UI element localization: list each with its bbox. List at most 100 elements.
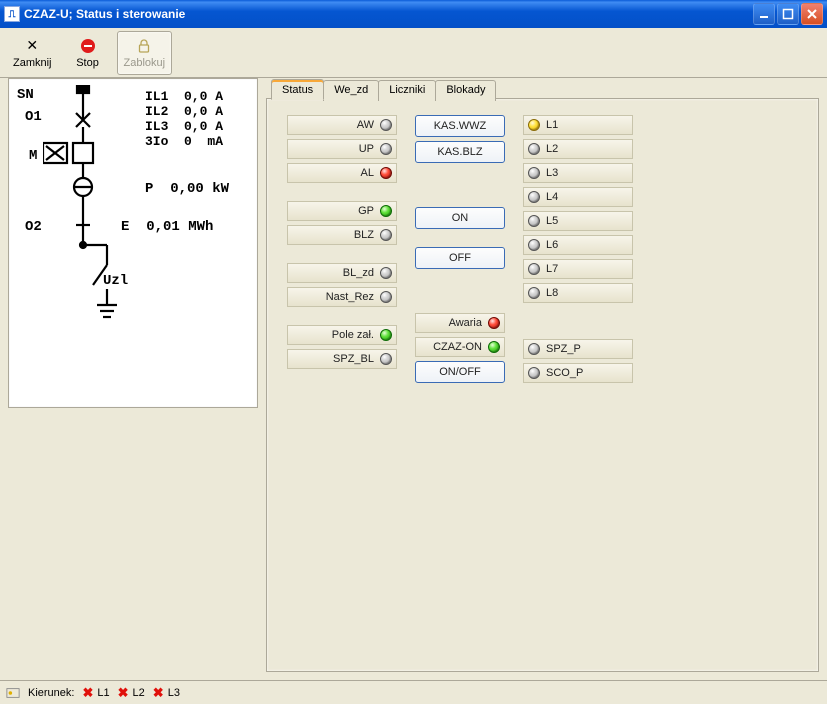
led-blz-label: BLZ <box>354 229 374 241</box>
led-nast-rez: Nast_Rez <box>287 287 397 307</box>
led-l1-label: L1 <box>546 119 558 131</box>
led-czaz-on-indicator <box>488 341 500 353</box>
app-icon: ⎍ <box>4 6 20 22</box>
led-awaria: Awaria <box>415 313 505 333</box>
toolbar-lock-button[interactable]: Zablokuj <box>117 31 173 75</box>
toolbar-stop-button[interactable]: Stop <box>63 31 113 75</box>
led-l4: L4 <box>523 187 633 207</box>
led-pole-zal: Pole zał. <box>287 325 397 345</box>
led-aw: AW <box>287 115 397 135</box>
led-nast-rez-label: Nast_Rez <box>326 291 374 303</box>
tab-we-zd[interactable]: We_zd <box>323 80 379 101</box>
led-l7-label: L7 <box>546 263 558 275</box>
statusbar-l1-label: L1 <box>97 687 109 699</box>
led-l4-label: L4 <box>546 191 558 203</box>
on-button[interactable]: ON <box>415 207 505 229</box>
led-gp-indicator <box>380 205 392 217</box>
tab-content-status: AW UP AL GP BLZ BL_zd Nast_Rez Pole zał.… <box>267 99 818 395</box>
diagram-p-line: P 0,00 kW <box>145 181 229 197</box>
statusbar-l2-label: L2 <box>133 687 145 699</box>
kas-blz-button[interactable]: KAS.BLZ <box>415 141 505 163</box>
led-l5: L5 <box>523 211 633 231</box>
led-spz-p: SPZ_P <box>523 339 633 359</box>
maximize-button[interactable] <box>777 3 799 25</box>
led-up-indicator <box>380 143 392 155</box>
on-off-label: ON/OFF <box>439 366 481 378</box>
tab-liczniki-label: Liczniki <box>389 84 425 96</box>
led-spz-p-indicator <box>528 343 540 355</box>
toolbar: ✕ Zamknij Stop Zablokuj <box>0 28 827 78</box>
led-sco-p-indicator <box>528 367 540 379</box>
diagram-label-o2: O2 <box>25 219 42 235</box>
stop-icon <box>79 37 97 55</box>
led-sco-p: SCO_P <box>523 363 633 383</box>
toolbar-stop-label: Stop <box>76 57 99 69</box>
led-al-indicator <box>380 167 392 179</box>
led-awaria-label: Awaria <box>449 317 482 329</box>
led-l8: L8 <box>523 283 633 303</box>
statusbar: Kierunek: ✖ L1 ✖ L2 ✖ L3 <box>0 680 827 704</box>
toolbar-lock-label: Zablokuj <box>124 57 166 69</box>
toolbar-close-button[interactable]: ✕ Zamknij <box>6 31 59 75</box>
status-col-2: KAS.WWZ KAS.BLZ ON OFF Awaria CZAZ-ON ON… <box>415 115 505 383</box>
led-l6: L6 <box>523 235 633 255</box>
off-button[interactable]: OFF <box>415 247 505 269</box>
diagram-measurements: IL1 0,0 A IL2 0,0 A IL3 0,0 A 3Io 0 mA <box>145 89 223 149</box>
led-spz-bl: SPZ_BL <box>287 349 397 369</box>
led-l1: L1 <box>523 115 633 135</box>
kas-blz-label: KAS.BLZ <box>437 146 482 158</box>
statusbar-l3-label: L3 <box>168 687 180 699</box>
statusbar-kierunek-label: Kierunek: <box>28 687 74 699</box>
tab-liczniki[interactable]: Liczniki <box>378 80 436 101</box>
led-l2: L2 <box>523 139 633 159</box>
window-title: CZAZ-U; Status i sterowanie <box>24 7 185 21</box>
led-l3: L3 <box>523 163 633 183</box>
statusbar-l2-icon: ✖ <box>118 685 129 701</box>
status-col-1: AW UP AL GP BLZ BL_zd Nast_Rez Pole zał.… <box>287 115 397 369</box>
led-aw-label: AW <box>357 119 374 131</box>
kas-wwz-button[interactable]: KAS.WWZ <box>415 115 505 137</box>
schematic-icon <box>43 85 153 325</box>
tab-we-zd-label: We_zd <box>334 84 368 96</box>
tabstrip: Status We_zd Liczniki Blokady <box>271 80 495 101</box>
led-bl-zd-label: BL_zd <box>343 267 374 279</box>
led-l7-indicator <box>528 263 540 275</box>
kas-wwz-label: KAS.WWZ <box>434 120 487 132</box>
led-l4-indicator <box>528 191 540 203</box>
off-button-label: OFF <box>449 252 471 264</box>
led-spz-bl-indicator <box>380 353 392 365</box>
led-bl-zd-indicator <box>380 267 392 279</box>
led-l1-indicator <box>528 119 540 131</box>
tab-blokady[interactable]: Blokady <box>435 80 496 101</box>
led-blz: BLZ <box>287 225 397 245</box>
led-l6-label: L6 <box>546 239 558 251</box>
window-titlebar: ⎍ CZAZ-U; Status i sterowanie <box>0 0 827 28</box>
diagram-panel: SN O1 M O2 Uzl IL1 0,0 A IL2 0,0 A IL3 0… <box>8 78 258 408</box>
led-l2-label: L2 <box>546 143 558 155</box>
minimize-button[interactable] <box>753 3 775 25</box>
window-close-button[interactable] <box>801 3 823 25</box>
led-spz-p-label: SPZ_P <box>546 343 581 355</box>
status-warning-icon <box>6 686 20 700</box>
led-pole-zal-indicator <box>380 329 392 341</box>
led-l3-label: L3 <box>546 167 558 179</box>
led-al: AL <box>287 163 397 183</box>
led-l5-indicator <box>528 215 540 227</box>
led-l6-indicator <box>528 239 540 251</box>
led-gp: GP <box>287 201 397 221</box>
lock-icon <box>135 37 153 55</box>
main-area: SN O1 M O2 Uzl IL1 0,0 A IL2 0,0 A IL3 0… <box>0 78 827 680</box>
tab-blokady-label: Blokady <box>446 84 485 96</box>
led-l2-indicator <box>528 143 540 155</box>
on-button-label: ON <box>452 212 469 224</box>
statusbar-l3-icon: ✖ <box>153 685 164 701</box>
on-off-button[interactable]: ON/OFF <box>415 361 505 383</box>
led-czaz-on: CZAZ-ON <box>415 337 505 357</box>
led-up-label: UP <box>359 143 374 155</box>
toolbar-close-label: Zamknij <box>13 57 52 69</box>
tab-status[interactable]: Status <box>271 79 324 100</box>
statusbar-l3: ✖ L3 <box>153 685 180 701</box>
led-l8-indicator <box>528 287 540 299</box>
led-l3-indicator <box>528 167 540 179</box>
diagram-label-m: M <box>29 148 37 164</box>
